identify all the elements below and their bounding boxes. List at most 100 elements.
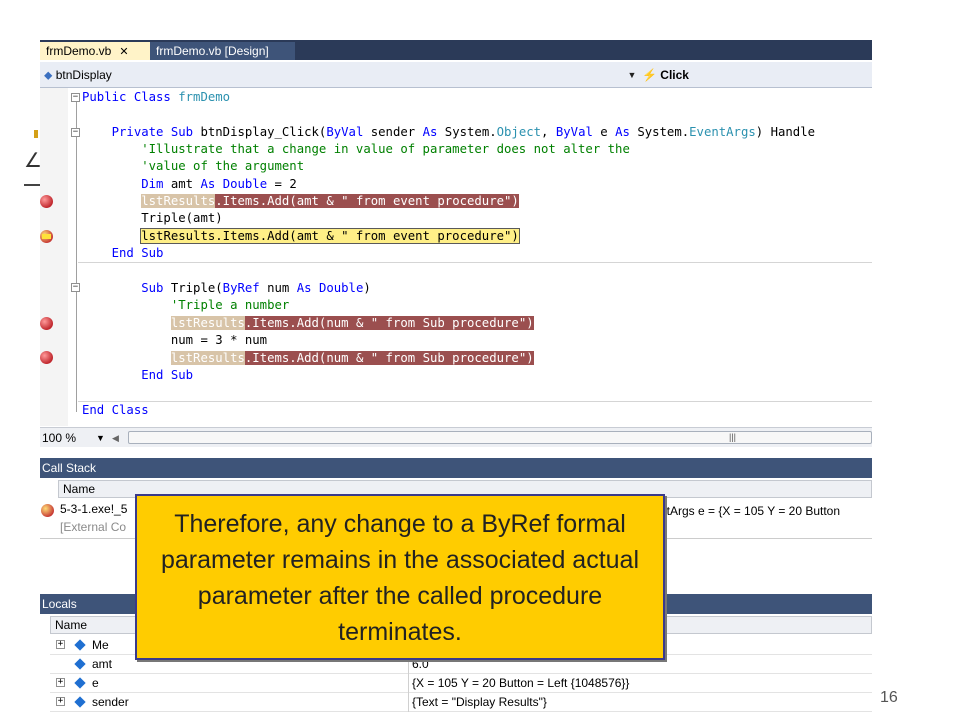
code-comment: 'value of the argument: [82, 159, 305, 173]
keyword: As: [296, 281, 319, 295]
keyword: Sub: [82, 281, 171, 295]
local-name: Me: [92, 638, 109, 652]
event-dropdown[interactable]: ⚡ Click: [642, 65, 868, 85]
code-line: Public Class frmDemo: [82, 89, 230, 106]
zoom-level[interactable]: 100 %: [42, 430, 94, 446]
current-statement-highlight: lstResults.Items.Add(amt & " from event …: [140, 228, 520, 244]
field-icon: [74, 658, 86, 670]
tab-label: frmDemo.vb: [46, 44, 112, 58]
chevron-down-icon[interactable]: ▼: [96, 430, 106, 446]
identifier: Triple(: [170, 281, 223, 295]
collapse-icon[interactable]: −: [71, 93, 80, 102]
expand-icon[interactable]: +: [56, 640, 65, 649]
code-line: Dim amt As Double = 2: [82, 176, 297, 193]
object-dropdown[interactable]: ⬥ btnDisplay: [44, 65, 638, 85]
breakpoint-highlight: .Items.Add(amt & " from event procedure"…: [215, 194, 519, 208]
scroll-grip-icon: |||: [729, 432, 737, 442]
breakpoint-icon[interactable]: [40, 195, 53, 208]
column-divider: [408, 693, 409, 712]
breakpoint-margin[interactable]: [40, 88, 68, 426]
identifier: sender: [370, 125, 423, 139]
keyword: ByVal: [555, 125, 601, 139]
punctuation: ,: [541, 125, 556, 139]
field-icon: [74, 639, 86, 651]
code-line: num = 3 * num: [82, 333, 268, 347]
object-dropdown-label: btnDisplay: [55, 68, 112, 82]
breakpoint-highlight: lstResults: [170, 316, 245, 330]
field-icon: [74, 677, 86, 689]
keyword: ByVal: [326, 125, 371, 139]
code-line: Sub Triple(ByRef num As Double): [82, 280, 371, 297]
arrow-right-icon: [42, 234, 51, 239]
editor-status-bar: 100 % ▼ ◀ |||: [40, 427, 872, 447]
tab-frmdemo-design[interactable]: frmDemo.vb [Design]: [150, 42, 295, 60]
keyword: Public Class: [82, 90, 179, 104]
identifier: System.: [444, 125, 497, 139]
local-value: {X = 105 Y = 20 Button = Left {1048576}}: [412, 676, 630, 690]
keyword: Private Sub: [82, 125, 201, 139]
code-line: End Sub: [82, 246, 164, 260]
code-line: Private Sub btnDisplay_Click(ByVal sende…: [82, 124, 815, 141]
tab-label: frmDemo.vb [Design]: [156, 44, 269, 58]
code-line: End Class: [82, 403, 149, 417]
procedure-separator: [78, 401, 872, 402]
punctuation: ): [363, 281, 371, 295]
code-navigation-bar: ⬥ btnDisplay ▼ ⚡ Click: [40, 62, 872, 88]
code-editor[interactable]: − − − Public Class frmDemo Private Sub b…: [40, 88, 872, 426]
code-line-breakpoint: lstResults.Items.Add(num & " from Sub pr…: [82, 350, 534, 367]
collapse-icon[interactable]: −: [71, 283, 80, 292]
identifier: System.: [637, 125, 690, 139]
column-divider: [408, 674, 409, 693]
keyword: Double: [222, 177, 268, 191]
document-tab-strip: frmDemo.vb ✕ frmDemo.vb [Design]: [40, 40, 872, 60]
identifier: num: [267, 281, 297, 295]
expand-icon[interactable]: +: [56, 697, 65, 706]
horizontal-scrollbar[interactable]: |||: [128, 431, 872, 444]
keyword: As: [200, 177, 223, 191]
slide-fragment-icon: ∠: [24, 150, 42, 172]
local-value: {Text = "Display Results"}: [412, 695, 547, 709]
page-number: 16: [880, 689, 898, 706]
code-line-breakpoint: lstResults.Items.Add(amt & " from event …: [82, 193, 519, 210]
keyword: As: [615, 125, 638, 139]
type-name: Object: [496, 125, 542, 139]
keyword: Double: [318, 281, 364, 295]
collapse-icon[interactable]: −: [71, 128, 80, 137]
identifier: ) Handle: [755, 125, 816, 139]
expand-icon[interactable]: +: [56, 678, 65, 687]
keyword: Dim: [82, 177, 171, 191]
code-line: Triple(amt): [82, 211, 223, 225]
breakpoint-icon[interactable]: [40, 351, 53, 364]
close-icon[interactable]: ✕: [119, 46, 128, 58]
locals-row[interactable]: + e {X = 105 Y = 20 Button = Left {10485…: [50, 674, 872, 693]
breakpoint-highlight: lstResults: [170, 351, 245, 365]
code-comment: 'Illustrate that a change in value of pa…: [82, 142, 630, 156]
procedure-separator: [78, 262, 872, 263]
event-dropdown-label: Click: [660, 68, 689, 82]
identifier: btnDisplay_Click(: [200, 125, 327, 139]
local-name: sender: [92, 695, 129, 709]
identifier: e: [600, 125, 616, 139]
keyword: ByRef: [222, 281, 268, 295]
tab-frmdemo-vb[interactable]: frmDemo.vb ✕: [40, 42, 150, 60]
current-frame-icon: [41, 504, 54, 517]
code-line-breakpoint: lstResults.Items.Add(num & " from Sub pr…: [82, 315, 534, 332]
control-icon: ⬥: [44, 68, 53, 82]
local-name: amt: [92, 657, 113, 671]
call-stack-title: Call Stack: [40, 458, 872, 478]
locals-row[interactable]: + sender {Text = "Display Results"}: [50, 693, 872, 712]
slide-underline: [24, 184, 40, 186]
chevron-left-icon[interactable]: ◀: [112, 430, 124, 446]
keyword: As: [422, 125, 445, 139]
breakpoint-highlight: .Items.Add(num & " from Sub procedure"): [244, 351, 534, 365]
type-name: EventArgs: [689, 125, 756, 139]
chevron-down-icon[interactable]: ▼: [626, 65, 638, 85]
breakpoint-icon[interactable]: [40, 317, 53, 330]
class-name: frmDemo: [178, 90, 231, 104]
lightning-icon: ⚡: [642, 68, 657, 82]
identifier: = 2: [267, 177, 297, 191]
